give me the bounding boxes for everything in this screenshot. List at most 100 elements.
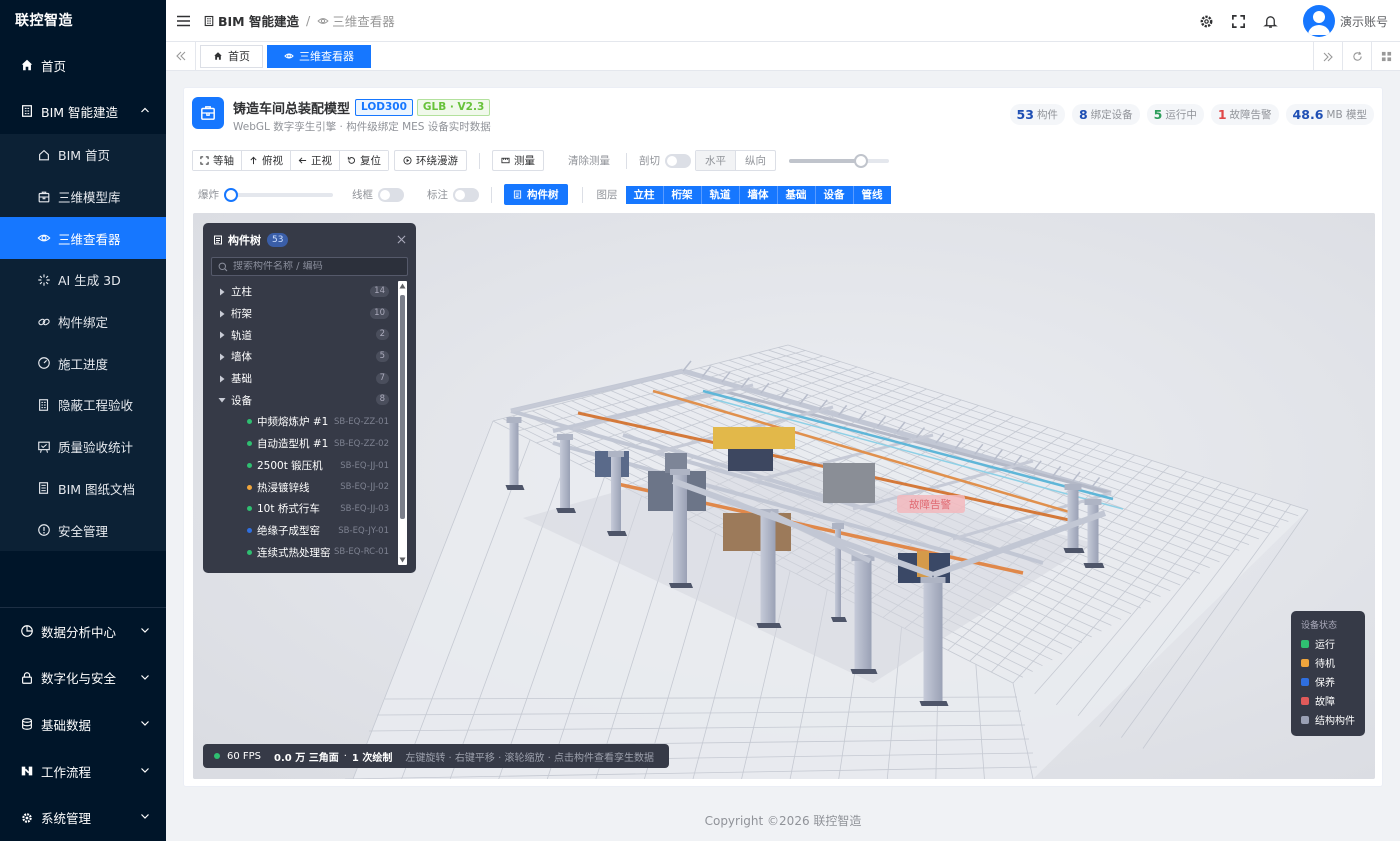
bell-icon[interactable] <box>1263 14 1278 29</box>
sidebar-item-progress[interactable]: 施工进度 <box>0 342 166 384</box>
layer-toggle[interactable]: 墙体 <box>739 185 778 204</box>
sidebar-item-model-library[interactable]: 三维模型库 <box>0 176 166 218</box>
tree-node[interactable]: 桁架 10 <box>211 303 397 325</box>
tree-node[interactable]: 轨道 2 <box>211 324 397 346</box>
sidebar-item-component-binding[interactable]: 构件绑定 <box>0 301 166 343</box>
section-mode-vertical[interactable]: 纵向 <box>735 151 775 170</box>
tree-node-count: 2 <box>375 329 389 341</box>
legend-item: 保养 <box>1301 672 1355 691</box>
column-base <box>756 623 782 628</box>
tree-leaf-device[interactable]: 绝缘子成型窑 SB-EQ-JY-01 <box>211 520 397 542</box>
device-name: 中频熔炼炉 #1 <box>257 416 329 429</box>
component-tree-button[interactable]: 构件树 <box>504 184 568 205</box>
user-name[interactable]: 演示账号 <box>1340 13 1388 30</box>
view-iso-button[interactable]: 等轴 <box>193 151 241 170</box>
sidebar-item-3d-viewer[interactable]: 三维查看器 <box>0 217 166 260</box>
stat-value: 8 <box>1078 107 1088 122</box>
tree-leaf-device[interactable]: 中频熔炼炉 #1 SB-EQ-ZZ-01 <box>211 411 397 433</box>
fault-tag[interactable]: 故障告警 <box>897 495 965 513</box>
layer-toggle[interactable]: 设备 <box>815 185 854 204</box>
view-reset-button[interactable]: 复位 <box>339 151 388 170</box>
device-name: 10t 桥式行车 <box>257 503 320 516</box>
scroll-down-icon[interactable] <box>399 557 406 563</box>
caret-right-icon[interactable] <box>217 352 227 362</box>
layer-toggle[interactable]: 管线 <box>853 185 891 204</box>
gear-icon <box>22 812 32 823</box>
sidebar-item-data-analysis[interactable]: 数据分析中心 <box>0 608 166 655</box>
view-front-button[interactable]: 正视 <box>290 151 339 170</box>
tree-search-input[interactable] <box>233 261 393 272</box>
sidebar-item-label: 施工进度 <box>58 356 109 372</box>
caret-down-icon[interactable] <box>217 395 227 405</box>
tab-3d-viewer[interactable]: 三维查看器 <box>267 44 371 68</box>
tree-node[interactable]: 基础 7 <box>211 368 397 390</box>
sidebar-item-label: 数字化与安全 <box>41 671 117 687</box>
legend-title: 设备状态 <box>1301 621 1338 631</box>
wireframe-switch[interactable] <box>378 187 404 202</box>
sidebar-item-drawings[interactable]: BIM 图纸文档 <box>0 468 166 510</box>
layer-toggle[interactable]: 桁架 <box>663 185 702 204</box>
legend-item: 结构构件 <box>1301 710 1355 729</box>
sidebar-item-bim-home[interactable]: BIM 首页 <box>0 134 166 176</box>
scroll-up-icon[interactable] <box>399 283 406 289</box>
scrollbar-thumb[interactable] <box>400 295 405 519</box>
clear-measure-button[interactable]: 清除测量 <box>568 153 610 168</box>
tab-home[interactable]: 首页 <box>200 44 263 68</box>
tree-leaf-device[interactable]: 热浸镀锌线 SB-EQ-JJ-02 <box>211 476 397 498</box>
tree-scrollbar[interactable] <box>398 281 407 565</box>
tree-leaf-device[interactable]: 自动造型机 #1 SB-EQ-ZZ-02 <box>211 433 397 455</box>
slider-handle[interactable] <box>854 153 868 168</box>
tree-node[interactable]: 立柱 14 <box>211 281 397 303</box>
caret-right-icon[interactable] <box>217 287 227 297</box>
refresh-button[interactable] <box>1342 42 1371 71</box>
annotate-switch[interactable] <box>453 187 479 202</box>
tree-leaf-device[interactable]: 连续式热处理窑 SB-EQ-RC-01 <box>211 541 397 563</box>
expand-icon <box>200 156 209 165</box>
sidebar-item-hidden-works[interactable]: 隐蔽工程验收 <box>0 384 166 426</box>
measure-button[interactable]: 测量 <box>492 150 544 171</box>
sidebar-item-base-data[interactable]: 基础数据 <box>0 701 166 748</box>
section-switch[interactable] <box>665 153 691 168</box>
fullscreen-icon[interactable] <box>1231 14 1246 29</box>
layer-toggle[interactable]: 立柱 <box>625 185 664 204</box>
sidebar-item-bim[interactable]: BIM 智能建造 <box>0 88 166 134</box>
sidebar-item-ai-3d[interactable]: AI 生成 3D <box>0 259 166 301</box>
sidebar-item-workflow[interactable]: 工作流程 <box>0 748 166 795</box>
tabs-scroll-left[interactable] <box>166 41 196 71</box>
caret-right-icon[interactable] <box>217 330 227 340</box>
device-name: 热浸镀锌线 <box>257 481 310 494</box>
sidebar-item-quality-stats[interactable]: 质量验收统计 <box>0 426 166 468</box>
slider-handle[interactable] <box>224 187 238 202</box>
menu-toggle-icon[interactable] <box>177 15 190 27</box>
view-top-button[interactable]: 俯视 <box>241 151 290 170</box>
breadcrumb-item[interactable]: BIM 智能建造 <box>218 11 299 30</box>
tree-leaf-device[interactable]: 2500t 锻压机 SB-EQ-JJ-01 <box>211 455 397 477</box>
tabs-scroll-right[interactable] <box>1313 42 1342 71</box>
sidebar-item-safety[interactable]: 安全管理 <box>0 509 166 551</box>
layer-toggle[interactable]: 基础 <box>777 185 816 204</box>
tree-node[interactable]: 设备 8 <box>211 389 397 411</box>
settings-icon[interactable] <box>1199 14 1214 29</box>
layer-toggle[interactable]: 轨道 <box>701 185 740 204</box>
column-cap <box>832 523 844 529</box>
close-icon[interactable] <box>397 235 406 244</box>
section-slider[interactable] <box>789 153 889 168</box>
explode-slider[interactable] <box>224 187 333 202</box>
tabs-menu-button[interactable] <box>1371 42 1400 71</box>
orbit-button[interactable]: 环绕漫游 <box>394 150 467 171</box>
sidebar-item-system[interactable]: 系统管理 <box>0 794 166 841</box>
sidebar-item-digital-security[interactable]: 数字化与安全 <box>0 655 166 702</box>
caret-right-icon[interactable] <box>217 374 227 384</box>
section-mode-horizontal[interactable]: 水平 <box>696 151 735 170</box>
tree-leaf-device[interactable]: 10t 桥式行车 SB-EQ-JJ-03 <box>211 498 397 520</box>
3d-viewport[interactable]: 故障告警 构件树 53 立柱 14 桁架 10 轨道 2 墙体 5 基础 7 设备 8 中频熔炼炉 #1… <box>193 213 1375 779</box>
stat-value: 53 <box>1016 107 1034 122</box>
sidebar-item-label: 基础数据 <box>41 717 92 733</box>
sidebar-item-home[interactable]: 首页 <box>0 42 166 88</box>
avatar[interactable] <box>1302 5 1335 37</box>
device-code: SB-EQ-ZZ-01 <box>333 417 389 428</box>
tree-node[interactable]: 墙体 5 <box>211 346 397 368</box>
column-cap <box>1084 499 1102 505</box>
stat-pill: 5 运行中 <box>1146 104 1204 125</box>
caret-right-icon[interactable] <box>217 309 227 319</box>
